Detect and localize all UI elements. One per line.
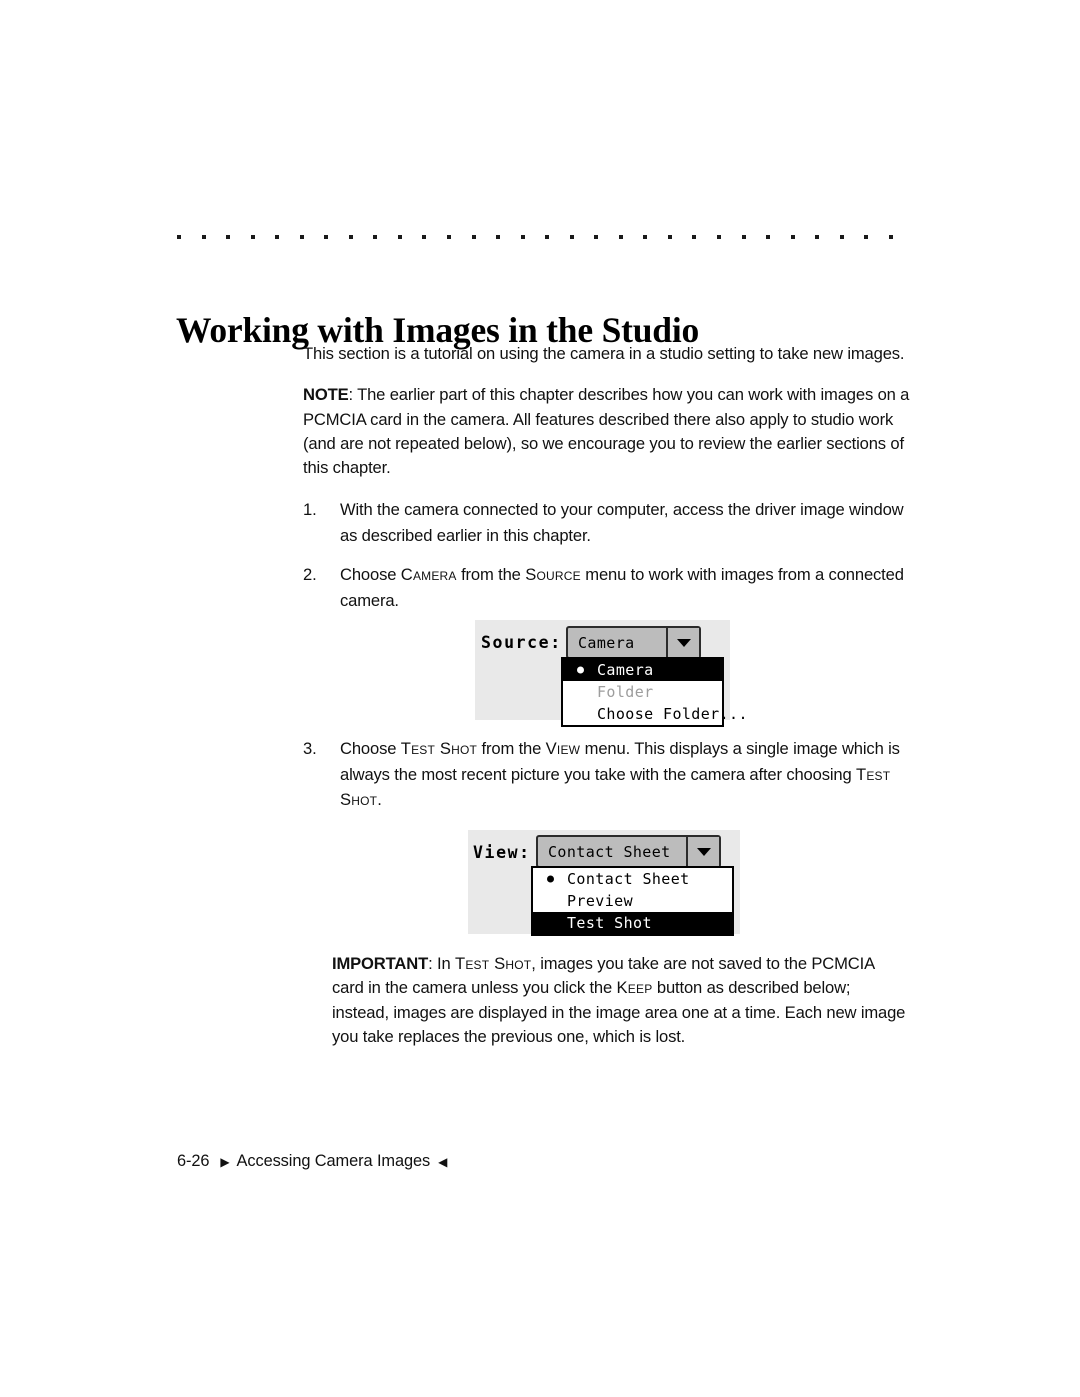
- menu-item-test-shot-label: Test Shot: [567, 914, 652, 932]
- rule-dot: [348, 235, 353, 239]
- menu-item-camera[interactable]: Camera: [563, 659, 722, 681]
- menu-item-preview[interactable]: Preview: [533, 890, 732, 912]
- rule-dot: [447, 235, 452, 239]
- chevron-down-icon[interactable]: [666, 628, 699, 657]
- rule-dot: [766, 235, 771, 239]
- important-label: IMPORTANT: [332, 954, 429, 973]
- rule-dot: [373, 235, 378, 239]
- rule-dot: [618, 235, 623, 239]
- rule-dot: [422, 235, 427, 239]
- dotted-rule-divider: [177, 234, 893, 240]
- rule-dot: [692, 235, 697, 239]
- rule-dot: [201, 235, 206, 239]
- view-menu-list[interactable]: Contact Sheet Preview Test Shot: [531, 866, 734, 936]
- menu-item-folder-label: Folder: [597, 683, 654, 701]
- footer-text: Accessing Camera Images: [236, 1152, 431, 1170]
- chevron-down-glyph: [696, 847, 711, 856]
- step-2-text-a: Choose: [340, 565, 401, 585]
- step-1: 1. With the camera connected to your comp…: [303, 497, 911, 548]
- menu-item-folder: Folder: [563, 681, 722, 703]
- menu-item-contact-sheet-label: Contact Sheet: [567, 870, 690, 888]
- rule-dot: [324, 235, 329, 239]
- source-label: Source:: [481, 633, 562, 652]
- step-3-smallcaps-test-shot-1: Test Shot: [400, 739, 478, 758]
- footer-page-number: 6-26: [177, 1152, 210, 1170]
- view-label: View:: [473, 843, 531, 862]
- important-text-a: : In: [428, 954, 455, 973]
- menu-item-contact-sheet[interactable]: Contact Sheet: [533, 868, 732, 890]
- body-text-column: This section is a tutorial on using the …: [303, 342, 911, 627]
- menu-item-choose-folder[interactable]: Choose Folder...: [563, 703, 748, 725]
- figure-source-menu: Source: Camera Camera Folder Choose Fold…: [475, 620, 748, 727]
- rule-dot: [397, 235, 402, 239]
- source-combobox[interactable]: Camera: [566, 626, 701, 659]
- rule-dot: [594, 235, 599, 239]
- document-page: Working with Images in the Studio This s…: [0, 0, 1080, 1397]
- menu-item-camera-label: Camera: [597, 661, 654, 679]
- triangle-right-icon: ▶: [220, 1155, 230, 1169]
- figure-view-menu: View: Contact Sheet Contact Sheet Previe…: [468, 830, 740, 936]
- step-2-smallcaps-source: Source: [525, 565, 581, 585]
- rule-dot: [496, 235, 501, 239]
- step-3: 3. Choose Test Shot from the View menu. T…: [303, 736, 911, 813]
- step-3-text-b: from the: [477, 739, 546, 758]
- step-1-number: 1.: [303, 500, 317, 520]
- step-3-number: 3.: [303, 739, 317, 758]
- step-3-smallcaps-view: View: [545, 739, 581, 758]
- rule-dot: [250, 235, 255, 239]
- rule-dot: [741, 235, 746, 239]
- body-text-column-3: IMPORTANT: In Test Shot, images you take…: [332, 952, 910, 1066]
- note-body: : The earlier part of this chapter descr…: [303, 385, 910, 478]
- view-combobox[interactable]: Contact Sheet: [536, 835, 721, 868]
- rule-dot: [643, 235, 648, 239]
- rule-dot: [545, 235, 550, 239]
- page-footer: 6-26 ▶ Accessing Camera Images ◀: [177, 1150, 447, 1173]
- rule-dot: [226, 235, 231, 239]
- chevron-down-icon[interactable]: [686, 837, 719, 866]
- step-2-number: 2.: [303, 565, 317, 585]
- rule-dot: [790, 235, 795, 239]
- rule-dot: [569, 235, 574, 239]
- rule-dot: [667, 235, 672, 239]
- step-1-text: With the camera connected to your comput…: [340, 500, 904, 545]
- view-combobox-value: Contact Sheet: [548, 842, 671, 861]
- source-menu-list[interactable]: Camera Folder Choose Folder...: [561, 657, 748, 727]
- rule-dot: [839, 235, 844, 239]
- step-2-smallcaps-camera: Camera: [400, 565, 457, 585]
- body-text-column-2: 3. Choose Test Shot from the View menu. T…: [303, 736, 911, 827]
- radio-bullet-icon: [547, 875, 554, 883]
- rule-dot: [520, 235, 525, 239]
- rule-dot: [471, 235, 476, 239]
- rule-dot: [815, 235, 820, 239]
- source-combobox-value: Camera: [578, 633, 635, 652]
- step-2: 2. Choose Camera from the Source menu to …: [303, 562, 911, 613]
- rule-dot: [299, 235, 304, 239]
- menu-item-choose-folder-label: Choose Folder...: [597, 705, 748, 723]
- chevron-down-glyph: [676, 638, 691, 647]
- triangle-left-icon: ◀: [438, 1155, 448, 1169]
- step-2-text-b: from the: [456, 565, 526, 585]
- radio-bullet-icon: [577, 666, 584, 674]
- rule-dot: [177, 235, 181, 239]
- rule-dot: [888, 235, 893, 239]
- menu-item-preview-label: Preview: [567, 892, 634, 910]
- note-label: NOTE: [303, 385, 349, 405]
- important-smallcaps-keep: Keep: [616, 978, 653, 998]
- note-paragraph: NOTE: The earlier part of this chapter d…: [303, 383, 911, 480]
- step-3-text-d: .: [377, 790, 382, 809]
- step-3-text-a: Choose: [340, 739, 401, 758]
- menu-item-test-shot[interactable]: Test Shot: [533, 912, 732, 934]
- intro-paragraph: This section is a tutorial on using the …: [303, 344, 905, 363]
- rule-dot: [864, 235, 869, 239]
- important-paragraph: IMPORTANT: In Test Shot, images you take…: [332, 952, 910, 1049]
- rule-dot: [717, 235, 722, 239]
- rule-dot: [275, 235, 280, 239]
- important-smallcaps-test-shot: Test Shot: [454, 954, 532, 973]
